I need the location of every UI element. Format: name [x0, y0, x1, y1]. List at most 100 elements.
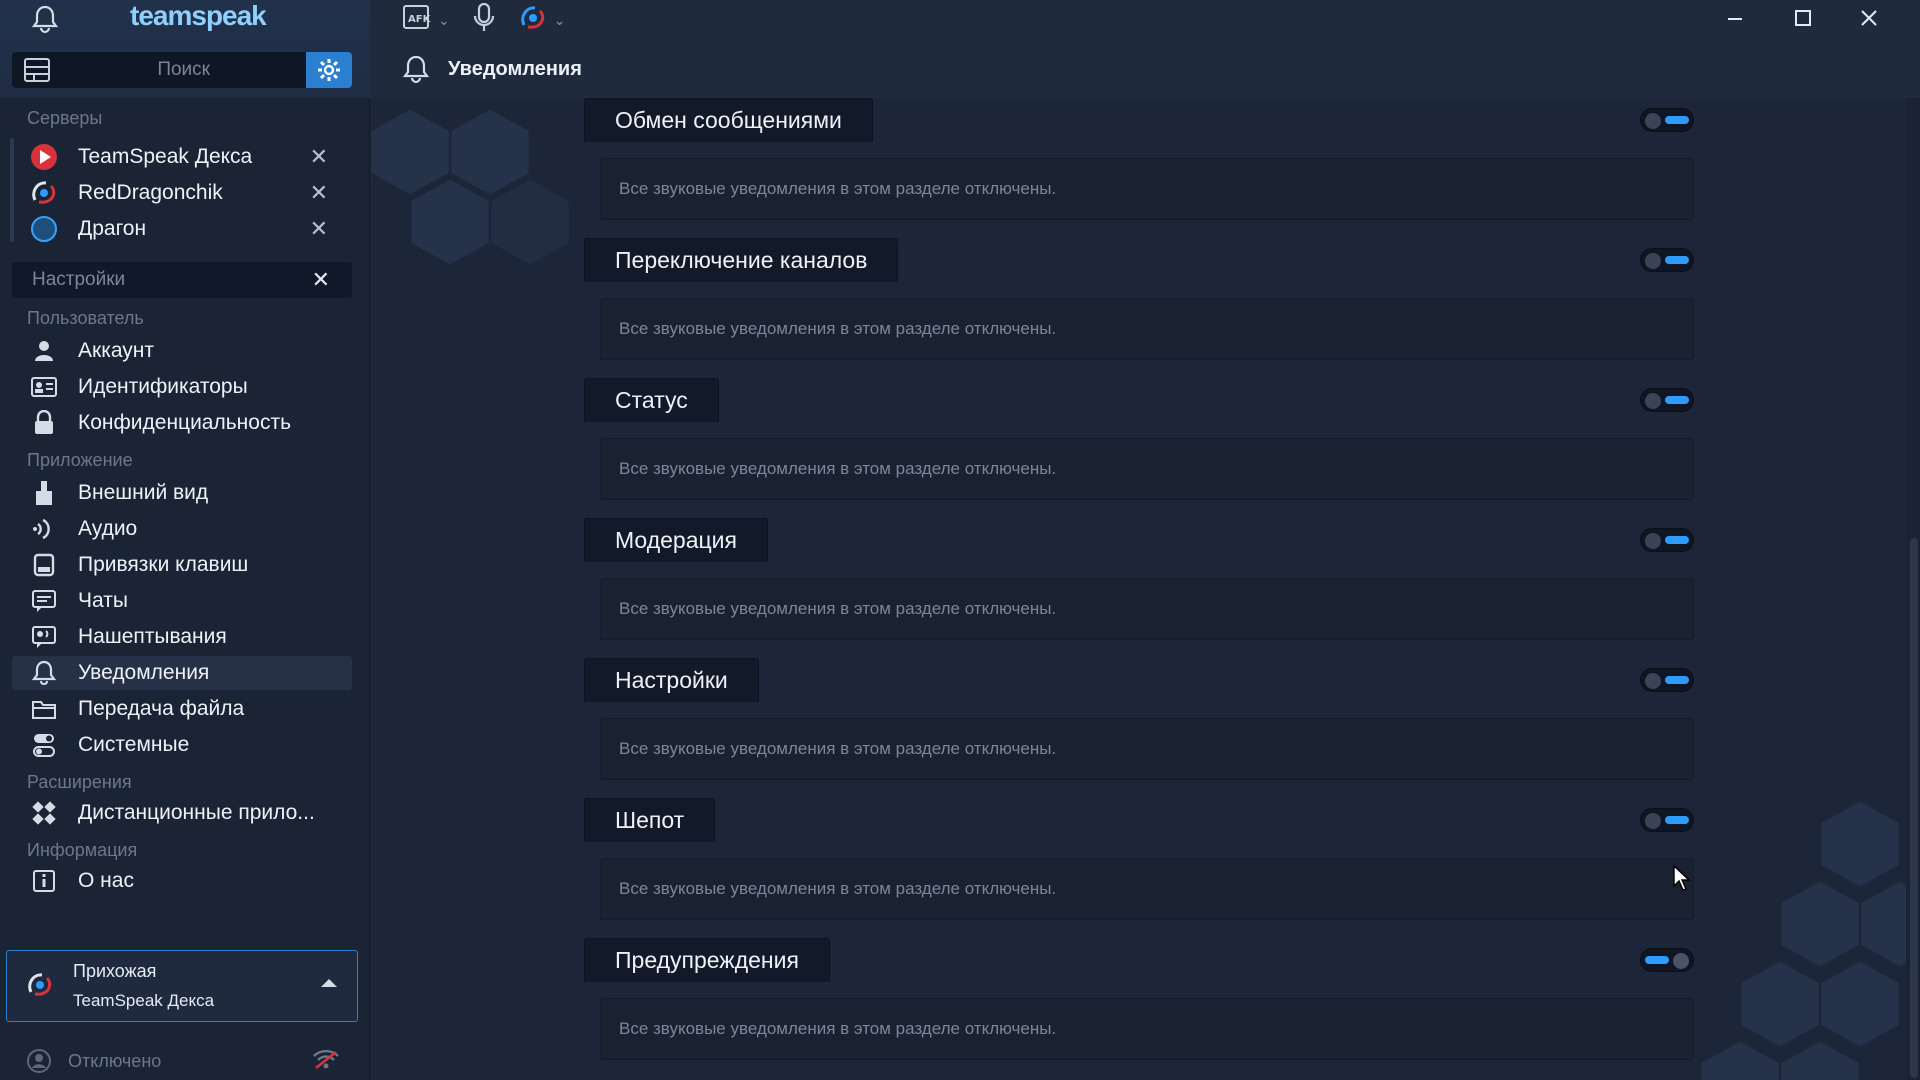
chevron-down-icon[interactable]: ⌄ — [438, 12, 450, 29]
toggle-knob — [1645, 533, 1661, 549]
gear-icon — [318, 59, 341, 81]
maximize-icon — [1795, 10, 1811, 26]
close-server-icon[interactable]: ✕ — [310, 216, 328, 242]
current-connection-panel[interactable]: Прихожая TeamSpeak Декса — [6, 950, 358, 1022]
svg-text:AFK: AFK — [408, 14, 432, 25]
hex-pattern-decoration — [1698, 798, 1910, 1080]
sound-waves-icon — [24, 512, 64, 546]
sidebar-item-about[interactable]: О нас — [12, 864, 352, 898]
server-red-icon — [24, 140, 64, 174]
server-item-teamspeak-deksa[interactable]: TeamSpeak Декса ✕ — [12, 140, 352, 174]
puzzle-icon — [24, 796, 64, 830]
sidebar-item-label: Чаты — [78, 589, 128, 612]
group-toggle[interactable] — [1640, 248, 1694, 272]
folder-icon — [24, 692, 64, 726]
toggle-knob — [1645, 813, 1661, 829]
notifications-bell-icon[interactable] — [28, 2, 62, 36]
page-header: Уведомления — [402, 54, 582, 84]
toolbar: AFK ⌄ ⌄ — [402, 2, 565, 39]
server-item-reddragonchik[interactable]: RedDragonchik ✕ — [12, 176, 352, 210]
teamspeak-logo: teamspeak — [130, 0, 267, 31]
toggle-indicator — [1665, 536, 1689, 544]
sidebar-item-account[interactable]: Аккаунт — [12, 334, 352, 368]
toggle-knob — [1645, 113, 1661, 129]
connection-server-name: TeamSpeak Декса — [73, 991, 215, 1010]
group-note: Все звуковые уведомления в этом разделе … — [600, 578, 1694, 640]
system-toggles-icon — [24, 728, 64, 762]
group-note: Все звуковые уведомления в этом разделе … — [600, 858, 1694, 920]
chevron-down-icon[interactable]: ⌄ — [554, 12, 566, 29]
sidebar-item-audio[interactable]: Аудио — [12, 512, 352, 546]
group-title: Шепот — [584, 798, 716, 842]
toggle-indicator — [1665, 816, 1689, 824]
user-section-label: Пользователь — [27, 308, 144, 328]
layout-toggle-button[interactable] — [12, 52, 61, 88]
sidebar-item-hotkeys[interactable]: Привязки клавиш — [12, 548, 352, 582]
settings-tab-header[interactable]: Настройки ✕ — [12, 262, 352, 298]
connection-channel-name: Прихожая — [73, 961, 157, 981]
sidebar-item-label: Системные — [78, 733, 190, 756]
group-toggle[interactable] — [1640, 668, 1694, 692]
chevron-up-icon[interactable] — [321, 979, 337, 987]
search-bar — [12, 52, 352, 88]
teamspeak-icon — [25, 969, 55, 1006]
group-title: Модерация — [584, 518, 768, 562]
minimize-icon — [1728, 18, 1742, 20]
server-item-dragon[interactable]: Драгон ✕ — [12, 212, 352, 246]
toggle-indicator — [1645, 956, 1669, 964]
sidebar-item-system[interactable]: Системные — [12, 728, 352, 762]
notifications-settings-panel: Обмен сообщениями Все звуковые уведомлен… — [370, 98, 1920, 1080]
close-window-button[interactable] — [1836, 0, 1902, 36]
group-toggle[interactable] — [1640, 948, 1694, 972]
close-settings-icon[interactable]: ✕ — [312, 267, 330, 293]
sidebar-item-file-transfer[interactable]: Передача файла — [12, 692, 352, 726]
search-input[interactable] — [61, 52, 307, 88]
toggle-indicator — [1665, 256, 1689, 264]
toggle-knob — [1645, 393, 1661, 409]
brush-icon — [24, 476, 64, 510]
sidebar-item-label: Аудио — [78, 517, 138, 540]
close-server-icon[interactable]: ✕ — [310, 144, 328, 170]
sidebar-item-chats[interactable]: Чаты — [12, 584, 352, 618]
toggle-knob — [1645, 253, 1661, 269]
info-section-label: Информация — [27, 840, 138, 860]
lock-icon — [24, 406, 64, 440]
app-section-label: Приложение — [27, 450, 133, 470]
hex-pattern-decoration — [370, 106, 572, 268]
group-title: Статус — [584, 378, 719, 422]
sidebar-item-appearance[interactable]: Внешний вид — [12, 476, 352, 510]
group-note: Все звуковые уведомления в этом разделе … — [600, 998, 1694, 1060]
group-toggle[interactable] — [1640, 808, 1694, 832]
wifi-disconnected-icon — [312, 1048, 340, 1075]
teamspeak-icon[interactable] — [518, 3, 548, 38]
teamspeak-icon — [24, 176, 64, 210]
group-toggle[interactable] — [1640, 388, 1694, 412]
sidebar-item-whispers[interactable]: Нашептывания — [12, 620, 352, 654]
sidebar-item-remote-apps[interactable]: Дистанционные прило... — [12, 796, 352, 830]
search-settings-button[interactable] — [306, 52, 352, 88]
sidebar-header: teamspeak — [0, 0, 370, 98]
settings-header-label: Настройки — [32, 269, 126, 290]
group-note: Все звуковые уведомления в этом разделе … — [600, 298, 1694, 360]
group-toggle[interactable] — [1640, 108, 1694, 132]
minimize-button[interactable] — [1702, 0, 1768, 36]
servers-section-label: Серверы — [27, 108, 103, 128]
sidebar-item-notifications[interactable]: Уведомления — [12, 656, 352, 690]
scrollbar-thumb[interactable] — [1910, 538, 1918, 1078]
maximize-button[interactable] — [1770, 0, 1836, 36]
sidebar-item-privacy[interactable]: Конфиденциальность — [12, 406, 352, 440]
microphone-icon[interactable] — [472, 2, 496, 39]
group-note: Все звуковые уведомления в этом разделе … — [600, 718, 1694, 780]
toggle-knob — [1673, 953, 1689, 969]
circle-blue-icon — [24, 212, 64, 246]
server-name: Драгон — [78, 217, 147, 240]
group-note: Все звуковые уведомления в этом разделе … — [600, 158, 1694, 220]
close-server-icon[interactable]: ✕ — [310, 180, 328, 206]
afk-icon[interactable]: AFK — [402, 3, 432, 38]
group-toggle[interactable] — [1640, 528, 1694, 552]
sidebar-item-identities[interactable]: Идентификаторы — [12, 370, 352, 404]
content-scrollbar[interactable] — [1906, 98, 1920, 1080]
sidebar-item-label: Идентификаторы — [78, 375, 248, 398]
toggle-indicator — [1665, 396, 1689, 404]
sidebar-item-label: Уведомления — [78, 661, 210, 684]
